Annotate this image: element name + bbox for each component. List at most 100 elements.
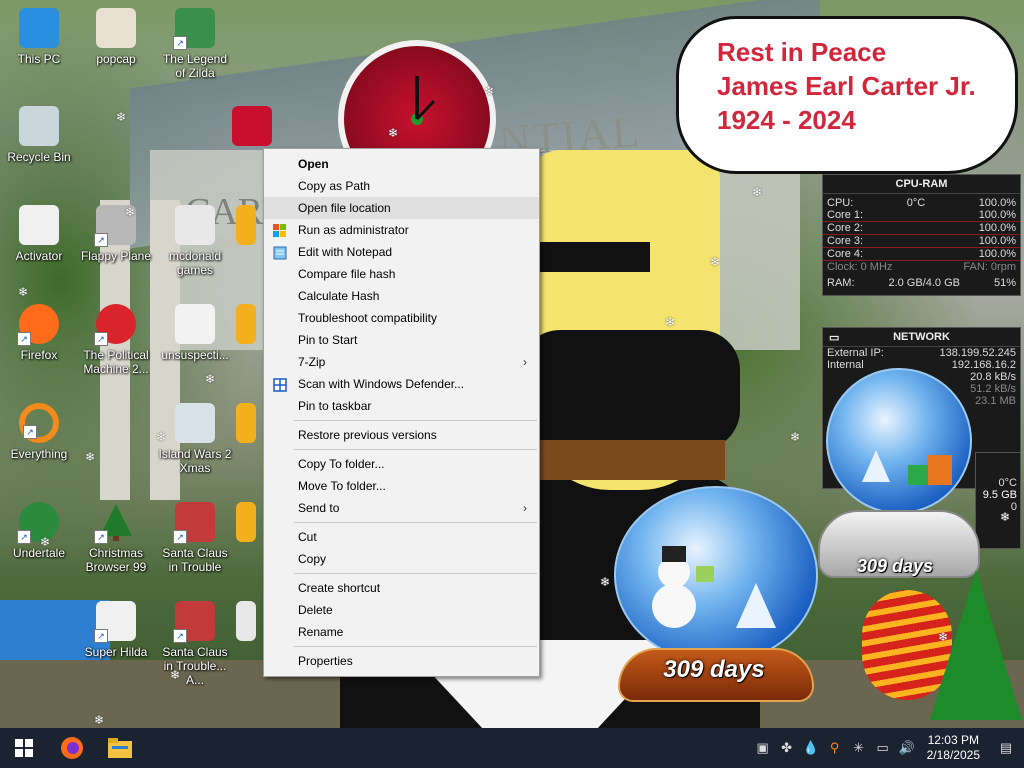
snowflake-icon: ❄ — [156, 430, 167, 444]
desktop-icon-super-hilda[interactable]: ↗ Super Hilda — [78, 601, 154, 659]
tray-search-icon[interactable]: ⚲ — [823, 728, 847, 768]
core-row: Core 2: 100.0% — [823, 222, 1020, 235]
context-menu[interactable]: Open Copy as Path Open file location Run as… — [263, 148, 540, 677]
menu-item-copy-to-folder[interactable]: Copy To folder... — [264, 453, 539, 475]
tray-snowflake-icon[interactable]: ✳ — [847, 728, 871, 768]
notepad-icon — [273, 245, 287, 260]
menu-item-pin-to-taskbar[interactable]: Pin to taskbar — [264, 395, 539, 417]
taskbar-clock[interactable]: 12:03 PM 2/18/2025 — [919, 733, 988, 763]
menu-item-restore-previous-versions[interactable]: Restore previous versions — [264, 424, 539, 446]
menu-item-copy[interactable]: Copy — [264, 548, 539, 570]
snowflake-icon: ❄ — [752, 185, 763, 199]
menu-item-rename[interactable]: Rename — [264, 621, 539, 643]
desktop-icon-santa-claus-in-trouble[interactable]: ↗ Santa Claus in Trouble — [157, 502, 233, 574]
snowflake-icon: ❄ — [388, 126, 399, 140]
tray-drop-icon[interactable]: 💧 — [799, 728, 823, 768]
tray-app-icon[interactable]: ▣ — [751, 728, 775, 768]
chevron-right-icon: › — [523, 355, 527, 369]
menu-item-label: 7-Zip — [298, 355, 326, 369]
shortcut-arrow-icon: ↗ — [94, 233, 108, 247]
menu-item-create-shortcut[interactable]: Create shortcut — [264, 577, 539, 599]
file-explorer-taskbar-button[interactable] — [96, 728, 144, 768]
network-value: 23.1 MB — [975, 395, 1016, 407]
firefox-taskbar-button[interactable] — [48, 728, 96, 768]
game-icon: ↗ — [173, 8, 215, 50]
snowman-icon — [232, 106, 272, 146]
menu-item-open-file-location[interactable]: Open file location — [264, 197, 539, 219]
desktop-icon-popcap[interactable]: popcap — [78, 8, 154, 66]
menu-item-run-as-administrator[interactable]: Run as administrator — [264, 219, 539, 241]
menu-item-send-to[interactable]: Send to › — [264, 497, 539, 519]
network-value: 138.199.52.245 — [939, 347, 1016, 359]
tray-puzzle-icon[interactable]: ✤ — [775, 728, 799, 768]
desktop-icon-partial[interactable] — [232, 106, 272, 146]
menu-item-properties[interactable]: Properties — [264, 650, 539, 672]
bubble-line-2: James Earl Carter Jr. — [717, 71, 976, 101]
network-value: 51.2 kB/s — [970, 383, 1016, 395]
menu-item-move-to-folder[interactable]: Move To folder... — [264, 475, 539, 497]
menu-item-pin-to-start[interactable]: Pin to Start — [264, 329, 539, 351]
game-icon: ↗ — [173, 502, 215, 544]
menu-item-copy-as-path[interactable]: Copy as Path — [264, 175, 539, 197]
menu-item-delete[interactable]: Delete — [264, 599, 539, 621]
snow-globe-gadget[interactable] — [614, 486, 818, 664]
menu-item-calculate-hash[interactable]: Calculate Hash — [264, 285, 539, 307]
desktop-icon-christmas-browser[interactable]: ↗ Christmas Browser 99 — [78, 502, 154, 574]
menu-item-label: Compare file hash — [298, 267, 396, 281]
menu-item-cut[interactable]: Cut — [264, 526, 539, 548]
desktop-icon-partial[interactable] — [236, 403, 266, 443]
desktop-icon-everything[interactable]: ↗ Everything — [1, 403, 77, 461]
menu-separator — [294, 420, 537, 421]
desktop-icon-legend-of-zilda[interactable]: ↗ The Legend of Zilda — [157, 8, 233, 80]
menu-item-label: Calculate Hash — [298, 289, 380, 303]
icon-label: The Political Machine 2... — [83, 348, 149, 376]
desktop-icon-partial[interactable] — [236, 304, 266, 344]
shortcut-arrow-icon: ↗ — [173, 530, 187, 544]
desktop-icon-partial[interactable] — [236, 502, 266, 542]
desktop-icon-undertale[interactable]: ↗ Undertale — [1, 502, 77, 560]
desktop-icon-political-machine[interactable]: ↗ The Political Machine 2... — [78, 304, 154, 376]
menu-item-scan-with-windows-defender[interactable]: Scan with Windows Defender... — [264, 373, 539, 395]
desktop-icon-flappy-plane[interactable]: ↗ Flappy Plane — [78, 205, 154, 263]
fan-label: FAN: 0rpm — [963, 261, 1016, 273]
desktop-icon-partial[interactable] — [236, 205, 266, 245]
desktop-icon-this-pc[interactable]: This PC — [1, 8, 77, 66]
menu-item-edit-with-notepad[interactable]: Edit with Notepad — [264, 241, 539, 263]
menu-item-open[interactable]: Open — [264, 153, 539, 175]
memorial-speech-bubble: Rest in Peace James Earl Carter Jr. 1924… — [676, 16, 1018, 174]
snow-globe-gadget[interactable] — [826, 368, 972, 514]
windows-logo-icon — [15, 739, 33, 757]
desktop-icon-island-wars[interactable]: Island Wars 2 Xmas — [157, 403, 233, 475]
menu-item-troubleshoot-compatibility[interactable]: Troubleshoot compatibility — [264, 307, 539, 329]
desktop-icon-firefox[interactable]: ↗ Firefox — [1, 304, 77, 362]
clock-time: 12:03 PM — [927, 733, 979, 747]
shortcut-arrow-icon: ↗ — [17, 332, 31, 346]
desktop-icon-recycle-bin[interactable]: Recycle Bin — [1, 106, 77, 164]
menu-item-compare-file-hash[interactable]: Compare file hash — [264, 263, 539, 285]
desktop-icon-activator[interactable]: Activator — [1, 205, 77, 263]
desktop-icon-partial[interactable] — [236, 601, 266, 641]
desktop-icon-santa-claus-in-trouble-2[interactable]: ↗ Santa Claus in Trouble... A... — [157, 601, 233, 687]
partial-widget[interactable]: 0°C 9.5 GB 0 — [975, 452, 1021, 549]
desktop-icon-mcdonald-games[interactable]: mcdonald games — [157, 205, 233, 277]
start-button[interactable] — [0, 728, 48, 768]
cpu-ram-widget[interactable]: CPU-RAM CPU: 0°C 100.0% Core 1: 100.0% Co… — [822, 174, 1021, 296]
menu-item-label: Move To folder... — [298, 479, 386, 493]
ram-used: 2.0 GB/4.0 GB — [888, 277, 960, 289]
snowflake-icon: ❄ — [94, 713, 105, 727]
network-row: External IP: 138.199.52.245 — [823, 347, 1020, 359]
icon-label: Flappy Plane — [80, 249, 152, 263]
network-icon[interactable]: ▭ — [871, 728, 895, 768]
menu-item-label: Edit with Notepad — [298, 245, 393, 259]
icon-label: Everything — [10, 447, 68, 461]
monitor-icon: ▭ — [829, 332, 840, 344]
menu-item-7-zip[interactable]: 7-Zip › — [264, 351, 539, 373]
volume-icon[interactable]: 🔊 — [895, 728, 919, 768]
icon-label: Super Hilda — [84, 645, 148, 659]
cpu-row: CPU: 0°C 100.0% — [823, 194, 1020, 209]
desktop-icon-unsuspecti[interactable]: unsuspecti... — [157, 304, 233, 362]
shield-icon — [273, 223, 287, 237]
notification-center-icon[interactable]: ▤ — [988, 728, 1024, 768]
game-icon: ↗ — [173, 601, 215, 643]
menu-item-label: Cut — [298, 530, 317, 544]
